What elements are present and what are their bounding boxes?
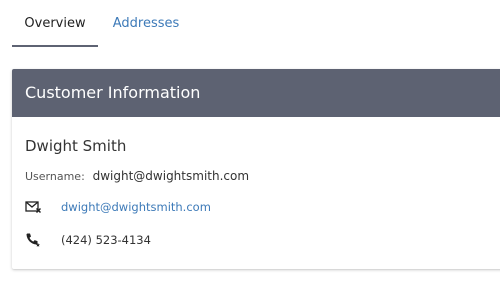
card-title: Customer Information xyxy=(12,69,500,117)
customer-information-card: Customer Information Dwight Smith Userna… xyxy=(12,69,500,269)
tab-bar: Overview Addresses xyxy=(12,0,500,48)
phone-icon xyxy=(25,232,41,248)
phone-value: (424) 523-4134 xyxy=(61,233,151,247)
customer-name: Dwight Smith xyxy=(25,137,127,155)
username-label: Username: xyxy=(25,170,85,183)
tab-overview[interactable]: Overview xyxy=(12,0,98,47)
email-icon xyxy=(25,199,42,215)
email-link[interactable]: dwight@dwightsmith.com xyxy=(61,200,211,214)
username-row: Username: dwight@dwightsmith.com xyxy=(25,169,249,183)
username-value: dwight@dwightsmith.com xyxy=(92,169,250,183)
tab-addresses[interactable]: Addresses xyxy=(112,0,180,47)
